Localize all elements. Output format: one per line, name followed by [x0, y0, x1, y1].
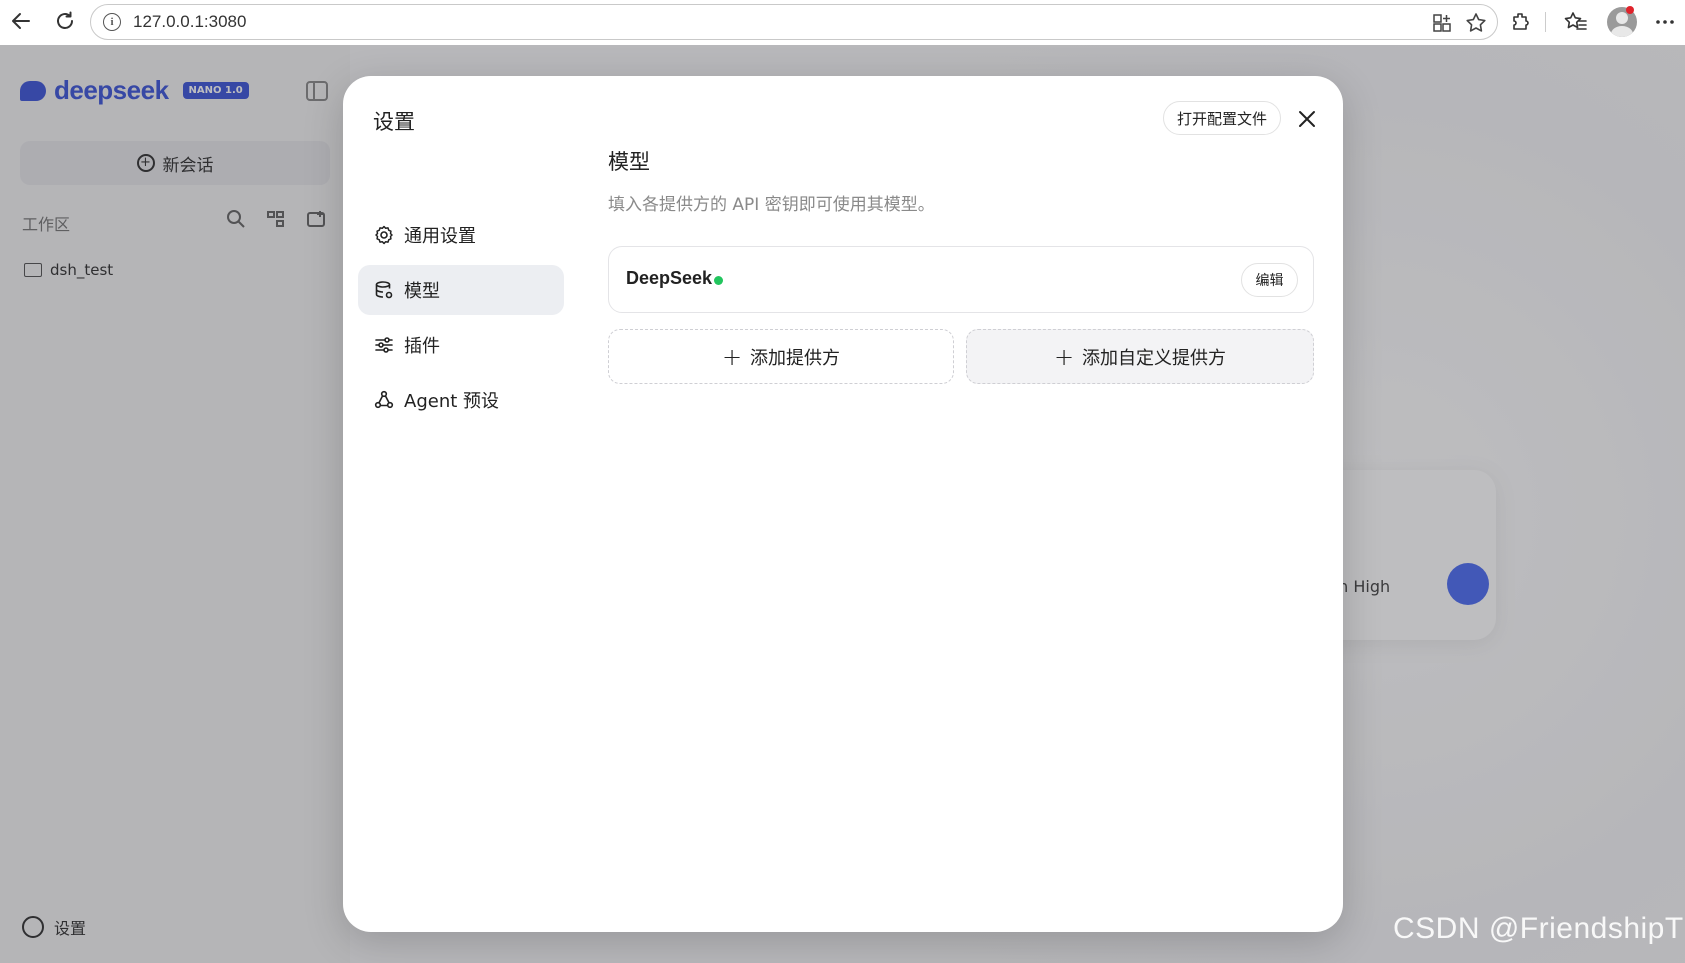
more-menu-icon[interactable]	[1652, 9, 1678, 35]
favorites-icon[interactable]	[1563, 9, 1589, 35]
settings-menu: 通用设置 模型 插件 Agent 预设	[358, 210, 564, 430]
back-icon[interactable]	[8, 8, 34, 34]
add-provider-button[interactable]: + 添加提供方	[608, 329, 954, 384]
status-indicator	[714, 276, 723, 285]
menu-item-label: 模型	[404, 281, 440, 302]
modal-title: 设置	[373, 110, 415, 134]
section-description: 填入各提供方的 API 密钥即可使用其模型。	[608, 195, 935, 215]
add-custom-provider-label: 添加自定义提供方	[1082, 347, 1227, 369]
menu-item-label: Agent 预设	[404, 391, 500, 412]
menu-item-plugins[interactable]: 插件	[358, 320, 564, 370]
provider-name: DeepSeek	[626, 268, 713, 288]
sliders-icon	[374, 335, 394, 355]
url-text: 127.0.0.1:3080	[133, 12, 247, 31]
app-install-icon[interactable]	[1431, 12, 1453, 34]
site-info-icon[interactable]: i	[103, 13, 121, 31]
provider-card: DeepSeek 编辑	[608, 246, 1314, 313]
plus-icon: +	[1053, 342, 1075, 371]
browser-toolbar: i 127.0.0.1:3080	[0, 0, 1685, 44]
database-icon	[374, 280, 394, 300]
menu-item-general[interactable]: 通用设置	[358, 210, 564, 260]
settings-modal: 设置 打开配置文件 通用设置 模型 插件 Agent 预设 模型 填入各提供方的…	[343, 76, 1343, 932]
profile-notification-dot	[1626, 6, 1634, 14]
menu-item-label: 通用设置	[404, 226, 476, 247]
open-config-button[interactable]: 打开配置文件	[1163, 101, 1282, 135]
close-icon[interactable]	[1294, 106, 1320, 132]
section-title: 模型	[608, 150, 650, 174]
menu-item-models[interactable]: 模型	[358, 265, 564, 315]
add-custom-provider-button[interactable]: + 添加自定义提供方	[966, 329, 1314, 384]
gear-icon	[374, 225, 394, 245]
menu-item-agent-presets[interactable]: Agent 预设	[358, 375, 564, 425]
plus-icon: +	[721, 342, 743, 371]
agent-icon	[374, 390, 394, 410]
toolbar-divider	[1545, 12, 1546, 32]
watermark: CSDN @FriendshipT	[1393, 912, 1684, 945]
edit-button[interactable]: 编辑	[1241, 263, 1298, 297]
address-bar[interactable]: i 127.0.0.1:3080	[90, 4, 1498, 40]
extensions-icon[interactable]	[1508, 9, 1534, 35]
bookmark-star-icon[interactable]	[1465, 12, 1487, 34]
reload-icon[interactable]	[52, 8, 78, 34]
add-provider-label: 添加提供方	[750, 347, 841, 369]
menu-item-label: 插件	[404, 336, 440, 357]
